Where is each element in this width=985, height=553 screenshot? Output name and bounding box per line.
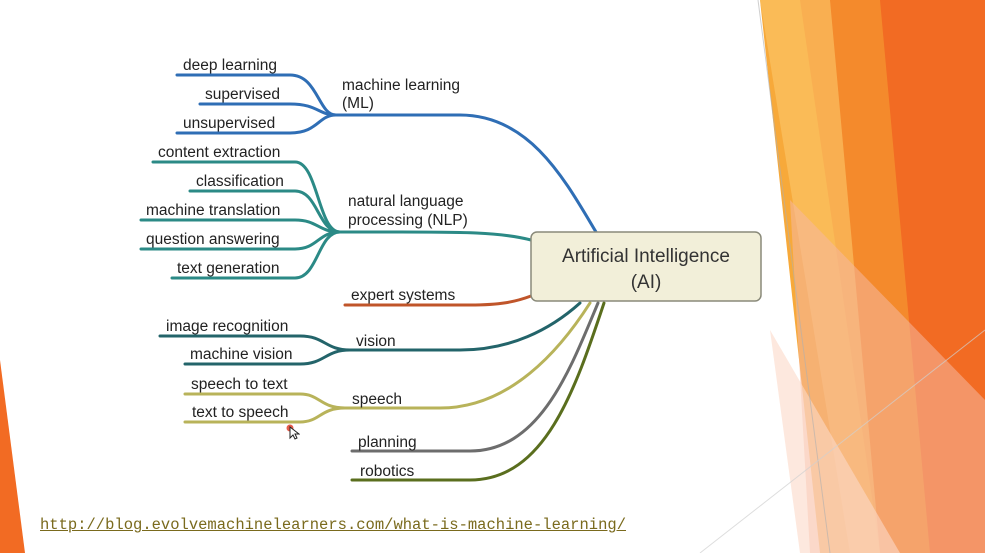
decorative-left-facet — [0, 360, 25, 553]
root-abbr: (AI) — [631, 272, 662, 293]
branch-label-nlp-line2: processing (NLP) — [348, 212, 468, 229]
leaf-supervised: supervised — [205, 86, 280, 103]
branch-label-machine-learning: machine learning — [342, 77, 460, 94]
leaf-image-recognition: image recognition — [166, 318, 288, 335]
leaf-classification: classification — [196, 173, 284, 190]
leaf-speech-to-text: speech to text — [191, 376, 288, 393]
root-node: Artificial Intelligence (AI) — [530, 231, 762, 302]
branch-label-planning: planning — [358, 434, 417, 451]
leaf-machine-vision: machine vision — [190, 346, 293, 363]
branch-planning-connector — [350, 301, 600, 453]
root-title: Artificial Intelligence — [562, 246, 730, 267]
leaf-content-extraction: content extraction — [158, 144, 280, 161]
leaf-machine-translation: machine translation — [146, 202, 280, 219]
leaf-unsupervised: unsupervised — [183, 115, 275, 132]
source-link[interactable]: http://blog.evolvemachinelearners.com/wh… — [40, 516, 626, 534]
branch-label-expert-systems: expert systems — [351, 287, 455, 304]
branch-label-nlp: natural language — [348, 193, 464, 210]
leaf-deep-learning: deep learning — [183, 57, 277, 74]
mouse-cursor-icon — [286, 424, 300, 440]
branch-label-robotics: robotics — [360, 463, 415, 480]
branch-label-speech: speech — [352, 391, 402, 408]
branch-label-ml-abbr: (ML) — [342, 95, 374, 112]
slide-canvas: Artificial Intelligence (AI) machine lea… — [0, 0, 985, 553]
branch-label-vision: vision — [356, 333, 396, 350]
leaf-text-generation: text generation — [177, 260, 280, 277]
leaf-text-to-speech: text to speech — [192, 404, 289, 421]
leaf-question-answering: question answering — [146, 231, 280, 248]
